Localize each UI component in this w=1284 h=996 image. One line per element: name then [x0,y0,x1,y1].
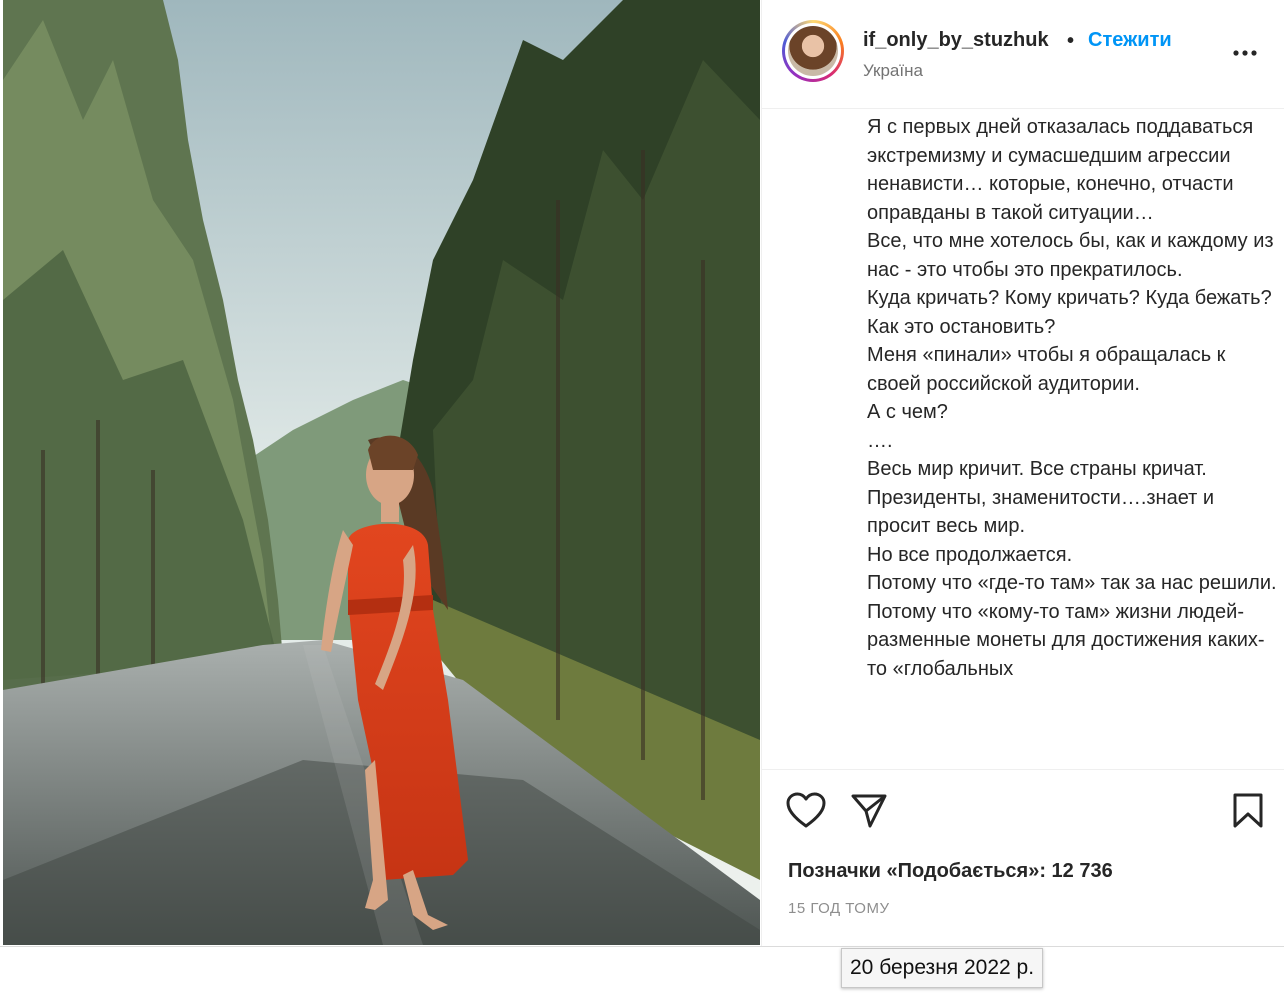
like-button[interactable] [786,792,826,835]
instagram-post: if_only_by_stuzhuk • Стежити Україна Я с… [0,0,1284,947]
avatar-image-frame [785,23,841,79]
separator-dot: • [1067,30,1075,52]
post-header: if_only_by_stuzhuk • Стежити Україна [762,0,1284,109]
caption-text: Я с первых дней отказалась поддаваться э… [867,116,1277,680]
paper-plane-icon [851,794,887,828]
photo-woman-red-dress-forest-road [3,0,760,945]
avatar-photo [788,26,838,76]
follow-button[interactable]: Стежити [1088,29,1172,52]
post-photo[interactable] [3,0,760,945]
share-button[interactable] [850,792,888,835]
likes-count[interactable]: Позначки «Подобається»: 12 736 [788,860,1113,883]
post-timestamp[interactable]: 15 ГОД ТОМУ [788,900,889,917]
date-tooltip: 20 березня 2022 р. [841,948,1044,988]
location-link[interactable]: Україна [863,61,923,81]
more-options-button[interactable] [1230,38,1260,68]
action-bar [762,770,1284,850]
heart-icon [786,792,826,828]
more-horizontal-icon [1233,50,1257,56]
username-link[interactable]: if_only_by_stuzhuk [863,29,1049,52]
save-button[interactable] [1232,792,1264,835]
bookmark-icon [1233,793,1263,828]
caption-scroll-area[interactable]: Я с первых дней отказалась поддаваться э… [762,109,1284,770]
post-details-panel: if_only_by_stuzhuk • Стежити Україна Я с… [761,0,1284,946]
avatar[interactable] [782,20,844,82]
